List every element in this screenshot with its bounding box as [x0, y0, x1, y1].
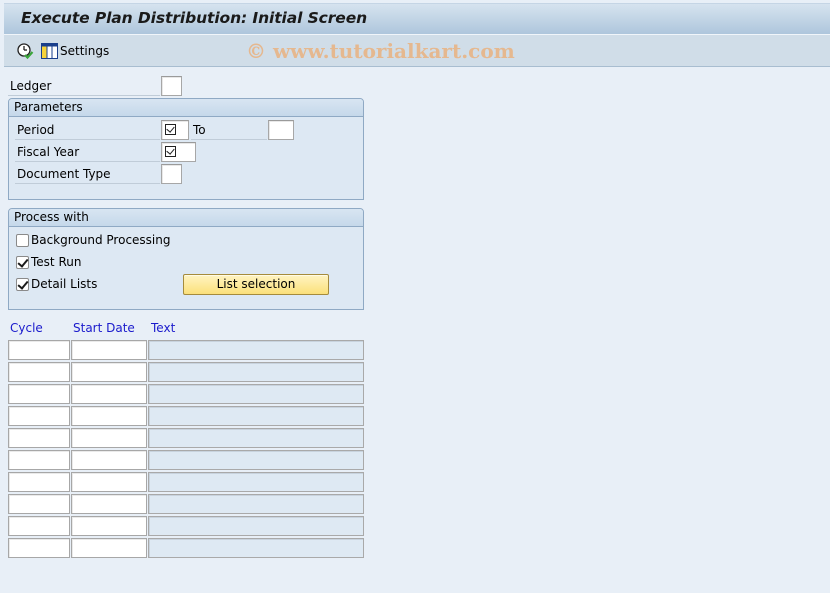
column-header-text[interactable]: Text — [151, 321, 175, 335]
detail-lists-label: Detail Lists — [31, 277, 98, 291]
cycle-input[interactable] — [8, 340, 70, 360]
text-display-field — [148, 516, 364, 536]
column-header-cycle[interactable]: Cycle — [10, 321, 43, 335]
ledger-label: Ledger — [10, 79, 52, 93]
document-type-label: Document Type — [17, 167, 111, 181]
cycle-input[interactable] — [8, 516, 70, 536]
layout-settings-icon — [41, 43, 58, 59]
cycle-input[interactable] — [8, 450, 70, 470]
ledger-underline — [8, 95, 160, 96]
start-date-input[interactable] — [71, 384, 147, 404]
background-processing-label: Background Processing — [31, 233, 171, 247]
cycle-input[interactable] — [8, 538, 70, 558]
detail-lists-checkbox[interactable] — [16, 278, 29, 291]
start-date-input[interactable] — [71, 362, 147, 382]
process-with-group-title: Process with — [9, 209, 363, 227]
fiscal-year-underline — [15, 161, 160, 162]
execute-clock-icon — [17, 43, 34, 60]
text-display-field — [148, 340, 364, 360]
cycle-input[interactable] — [8, 384, 70, 404]
required-entry-icon — [165, 124, 176, 135]
period-from-input[interactable] — [161, 120, 189, 140]
settings-label: Settings — [60, 44, 110, 58]
test-run-label: Test Run — [31, 255, 82, 269]
watermark-text: © www.tutorialkart.com — [246, 39, 515, 63]
cycle-input[interactable] — [8, 362, 70, 382]
test-run-checkbox[interactable] — [16, 256, 29, 269]
cycle-input[interactable] — [8, 472, 70, 492]
background-processing-checkbox[interactable] — [16, 234, 29, 247]
settings-button[interactable]: Settings — [41, 41, 109, 61]
application-toolbar: Settings © www.tutorialkart.com — [4, 34, 830, 67]
start-date-input[interactable] — [71, 428, 147, 448]
fiscal-year-label: Fiscal Year — [17, 145, 80, 159]
required-entry-icon — [165, 146, 176, 157]
execute-button[interactable] — [16, 41, 36, 61]
text-display-field — [148, 472, 364, 492]
start-date-input[interactable] — [71, 516, 147, 536]
start-date-input[interactable] — [71, 450, 147, 470]
start-date-input[interactable] — [71, 494, 147, 514]
text-display-field — [148, 384, 364, 404]
text-display-field — [148, 406, 364, 426]
period-label: Period — [17, 123, 55, 137]
content-area: Ledger Parameters Period To Fiscal Year … — [4, 68, 830, 593]
period-to-underline — [191, 139, 267, 140]
list-selection-button[interactable]: List selection — [183, 274, 329, 295]
cycle-input[interactable] — [8, 494, 70, 514]
start-date-input[interactable] — [71, 340, 147, 360]
text-display-field — [148, 362, 364, 382]
text-display-field — [148, 428, 364, 448]
start-date-input[interactable] — [71, 538, 147, 558]
start-date-input[interactable] — [71, 406, 147, 426]
text-display-field — [148, 450, 364, 470]
text-display-field — [148, 494, 364, 514]
cycle-input[interactable] — [8, 428, 70, 448]
page-title: Execute Plan Distribution: Initial Scree… — [21, 9, 368, 27]
document-type-input[interactable] — [161, 164, 182, 184]
text-display-field — [148, 538, 364, 558]
period-to-label: To — [193, 123, 206, 137]
fiscal-year-input[interactable] — [161, 142, 196, 162]
period-to-input[interactable] — [268, 120, 294, 140]
title-bar: Execute Plan Distribution: Initial Scree… — [4, 3, 830, 34]
cycle-input[interactable] — [8, 406, 70, 426]
parameters-group-title: Parameters — [9, 99, 363, 117]
document-type-underline — [15, 183, 160, 184]
start-date-input[interactable] — [71, 472, 147, 492]
ledger-input[interactable] — [161, 76, 182, 96]
period-underline — [15, 139, 160, 140]
column-header-start-date[interactable]: Start Date — [73, 321, 135, 335]
